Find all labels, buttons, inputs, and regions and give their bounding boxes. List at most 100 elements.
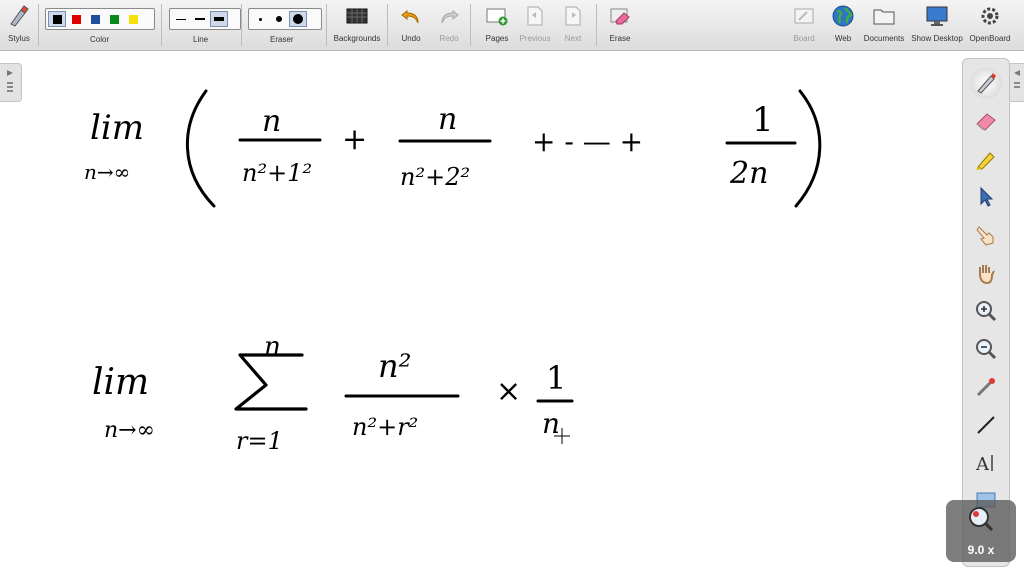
- laser-pointer-tool[interactable]: [970, 371, 1002, 403]
- color-red-button[interactable]: [68, 12, 84, 26]
- next-page-icon: [559, 3, 587, 29]
- marker-tool[interactable]: [970, 143, 1002, 175]
- zoom-value: 9.0 x: [967, 543, 995, 557]
- line-thick-button[interactable]: [210, 11, 228, 27]
- text-tool[interactable]: A: [970, 447, 1002, 479]
- undo-icon: [397, 3, 425, 29]
- undo-button[interactable]: Undo: [396, 3, 426, 47]
- fraction-numerator: n: [262, 104, 281, 139]
- pages-button[interactable]: Pages: [482, 3, 512, 47]
- color-label: Color: [90, 35, 110, 44]
- limit-subscript: n→∞: [84, 160, 130, 184]
- add-page-icon: [483, 3, 511, 29]
- separator: [470, 4, 471, 46]
- zoom-in-tool[interactable]: [970, 295, 1002, 327]
- stylus-button[interactable]: Stylus: [4, 3, 34, 47]
- color-group: [45, 8, 155, 30]
- erase-all-icon: [606, 3, 634, 29]
- redo-button[interactable]: Redo: [434, 3, 464, 47]
- eraser-group: [248, 8, 322, 30]
- times-sign: ×: [496, 374, 521, 409]
- panel-collapse-icon: [1014, 70, 1020, 88]
- pen-tool[interactable]: [970, 67, 1002, 99]
- color-yellow-button[interactable]: [125, 12, 141, 26]
- separator: [326, 4, 327, 46]
- show-desktop-button[interactable]: Show Desktop: [910, 3, 964, 47]
- documents-button[interactable]: Documents: [862, 3, 906, 47]
- color-blue-button[interactable]: [87, 12, 103, 26]
- line-thin-button[interactable]: [173, 12, 189, 26]
- line-label: Line: [193, 35, 209, 44]
- board-icon: [790, 3, 818, 29]
- separator: [241, 4, 242, 46]
- fraction-numerator: 1: [752, 100, 774, 140]
- previous-page-icon: [521, 3, 549, 29]
- pages-label: Pages: [485, 34, 509, 43]
- separator: [596, 4, 597, 46]
- plus-sign: +: [342, 122, 367, 157]
- whiteboard-canvas[interactable]: lim n→∞ n n²+1² + n n²+2² + - — + 1 2n l…: [0, 51, 960, 576]
- fraction-denominator: n²+r²: [352, 413, 418, 441]
- next-label: Next: [564, 34, 582, 43]
- line-medium-button[interactable]: [192, 12, 208, 26]
- fraction-numerator: n²: [378, 347, 411, 385]
- text-icon: A: [975, 454, 993, 475]
- left-parenthesis: [186, 89, 216, 208]
- web-button[interactable]: Web: [828, 3, 858, 47]
- pen-icon: [977, 73, 996, 94]
- ellipsis-terms: + - — +: [532, 125, 643, 158]
- monitor-icon: [923, 3, 951, 29]
- summation-lower-limit: r=1: [236, 427, 283, 455]
- hand-pan-icon: [979, 265, 995, 285]
- limit-subscript: n→∞: [104, 418, 155, 443]
- show-desktop-label: Show Desktop: [911, 34, 963, 43]
- line-icon: [977, 416, 995, 434]
- pan-tool[interactable]: [970, 257, 1002, 289]
- right-panel-toggle[interactable]: [1008, 63, 1024, 102]
- fraction-denominator: n²+1²: [242, 159, 312, 187]
- color-black-button[interactable]: [48, 11, 66, 27]
- tool-palette: A: [962, 58, 1010, 567]
- interact-tool[interactable]: [970, 219, 1002, 251]
- openboard-button[interactable]: OpenBoard: [968, 3, 1012, 47]
- globe-icon: [829, 3, 857, 29]
- summation-sign: [234, 353, 308, 411]
- separator: [161, 4, 162, 46]
- fraction-numerator: n: [438, 102, 457, 137]
- zoom-out-icon: [976, 339, 997, 360]
- board-button[interactable]: Board: [789, 3, 819, 47]
- zoom-out-tool[interactable]: [970, 333, 1002, 365]
- hand-pointer-icon: [976, 226, 994, 246]
- eraser-small-button[interactable]: [252, 12, 268, 26]
- stylus-label: Stylus: [8, 34, 30, 43]
- separator: [38, 4, 39, 46]
- eraser-medium-button[interactable]: [271, 12, 287, 26]
- zoom-magnifier-icon: [969, 507, 994, 532]
- eraser-label: Eraser: [270, 35, 294, 44]
- openboard-label: OpenBoard: [969, 34, 1011, 43]
- backgrounds-label: Backgrounds: [333, 34, 381, 43]
- main-toolbar: Stylus Color Line Eraser Backgrounds Und…: [0, 0, 1024, 51]
- line-tool[interactable]: [970, 409, 1002, 441]
- eraser-tool[interactable]: [970, 105, 1002, 137]
- selector-tool[interactable]: [970, 181, 1002, 213]
- folder-icon: [870, 3, 898, 29]
- backgrounds-icon: [343, 3, 371, 29]
- summation-upper-limit: n: [264, 332, 281, 362]
- zoom-indicator[interactable]: 9.0 x: [946, 500, 1016, 562]
- board-label: Board: [793, 34, 815, 43]
- eraser-large-button[interactable]: [289, 11, 307, 27]
- svg-text:A: A: [975, 454, 990, 475]
- redo-icon: [435, 3, 463, 29]
- documents-label: Documents: [863, 34, 905, 43]
- backgrounds-button[interactable]: Backgrounds: [332, 3, 382, 47]
- gear-icon: [976, 3, 1004, 29]
- lim-text: lim: [90, 108, 144, 148]
- fraction-denominator: n²+2²: [400, 163, 470, 191]
- erase-button[interactable]: Erase: [605, 3, 635, 47]
- previous-button[interactable]: Previous: [518, 3, 552, 47]
- redo-label: Redo: [439, 34, 459, 43]
- color-green-button[interactable]: [106, 12, 122, 26]
- next-button[interactable]: Next: [558, 3, 588, 47]
- fraction-numerator: 1: [546, 359, 566, 397]
